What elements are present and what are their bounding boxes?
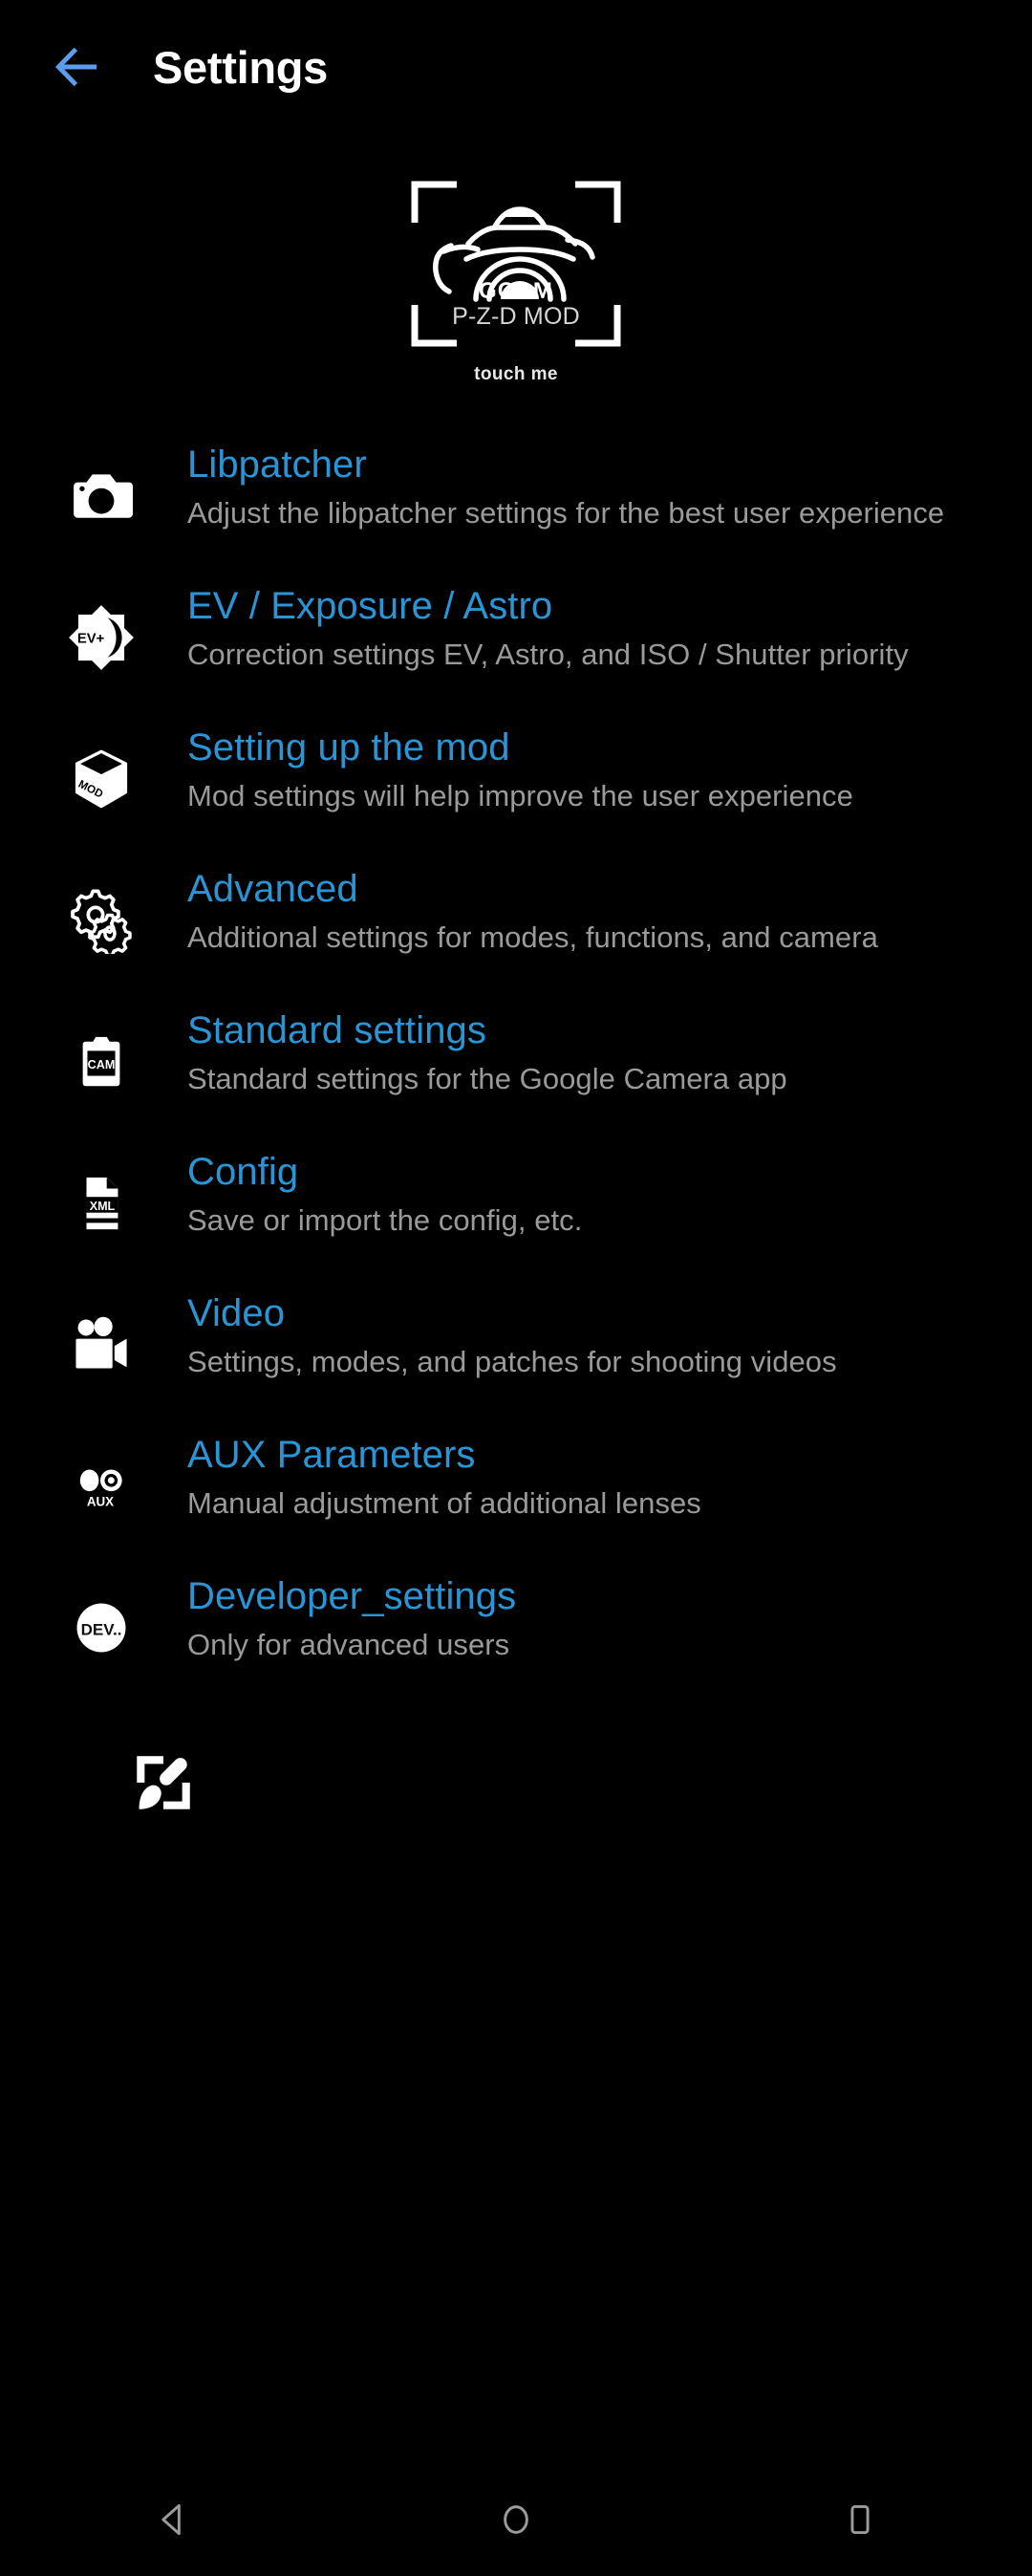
settings-item-title: Video xyxy=(187,1292,286,1334)
nav-home-button[interactable] xyxy=(444,2467,588,2576)
svg-text:CAM: CAM xyxy=(88,1058,116,1072)
logo-caption: touch me xyxy=(474,364,558,384)
settings-list: Libpatcher Adjust the libpatcher setting… xyxy=(0,444,1032,1718)
settings-item-title: AUX Parameters xyxy=(187,1434,476,1476)
settings-item-video[interactable]: Video Settings, modes, and patches for s… xyxy=(0,1292,1032,1435)
settings-item-text: Config Save or import the config, etc. xyxy=(187,1151,994,1240)
theme-brush-button[interactable] xyxy=(119,1741,207,1829)
settings-item-subtitle: Save or import the config, etc. xyxy=(187,1203,583,1238)
cam-card-icon: CAM xyxy=(55,1016,147,1108)
svg-text:AUX: AUX xyxy=(87,1495,114,1509)
svg-text:XML: XML xyxy=(90,1200,116,1213)
arrow-left-icon xyxy=(50,40,103,94)
settings-item-title: EV / Exposure / Astro xyxy=(187,585,553,627)
settings-item-advanced[interactable]: Advanced Additional settings for modes, … xyxy=(0,868,1032,1010)
dev-circle-icon: DEV.. xyxy=(55,1582,147,1674)
settings-item-subtitle: Adjust the libpatcher settings for the b… xyxy=(187,496,945,530)
settings-item-title: Advanced xyxy=(187,868,358,910)
mod-box-icon: MOD xyxy=(55,733,147,825)
settings-item-title: Developer_settings xyxy=(187,1575,517,1617)
nav-recents-square-icon xyxy=(839,2499,881,2545)
gcam-camera-logo: X GCAM P-Z-D MOD xyxy=(407,177,625,351)
settings-item-subtitle: Correction settings EV, Astro, and ISO /… xyxy=(187,638,909,672)
settings-item-text: Standard settings Standard settings for … xyxy=(187,1009,994,1098)
settings-item-subtitle: Additional settings for modes, functions… xyxy=(187,920,878,955)
settings-item-aux-parameters[interactable]: AUX AUX Parameters Manual adjustment of … xyxy=(0,1434,1032,1576)
settings-item-title: Config xyxy=(187,1151,299,1193)
ev-exposure-astro-icon: EV+ xyxy=(55,592,147,683)
settings-item-ev-exposure-astro[interactable]: EV+ EV / Exposure / Astro Correction set… xyxy=(0,585,1032,727)
nav-recents-button[interactable] xyxy=(788,2467,932,2576)
settings-item-subtitle: Settings, modes, and patches for shootin… xyxy=(187,1345,837,1379)
video-camera-icon xyxy=(55,1299,147,1391)
settings-item-title: Standard settings xyxy=(187,1009,487,1051)
settings-item-title: Setting up the mod xyxy=(187,726,510,768)
settings-item-text: AUX Parameters Manual adjustment of addi… xyxy=(187,1434,994,1523)
settings-item-text: Libpatcher Adjust the libpatcher setting… xyxy=(187,444,994,532)
paint-brush-theme-icon xyxy=(128,1747,199,1823)
settings-item-developer-settings[interactable]: DEV.. Developer_settings Only for advanc… xyxy=(0,1575,1032,1718)
photo-camera-icon xyxy=(55,450,147,542)
settings-item-subtitle: Mod settings will help improve the user … xyxy=(187,779,853,813)
settings-item-title: Libpatcher xyxy=(187,444,367,486)
page-title: Settings xyxy=(153,41,329,93)
svg-text:DEV..: DEV.. xyxy=(81,1620,122,1638)
settings-item-subtitle: Manual adjustment of additional lenses xyxy=(187,1486,701,1521)
settings-item-text: Video Settings, modes, and patches for s… xyxy=(187,1292,994,1381)
settings-item-standard-settings[interactable]: CAM Standard settings Standard settings … xyxy=(0,1009,1032,1152)
settings-item-libpatcher[interactable]: Libpatcher Adjust the libpatcher setting… xyxy=(0,444,1032,586)
xml-file-icon: XML xyxy=(55,1158,147,1249)
gcam-logo-button[interactable]: X GCAM P-Z-D MOD touch me xyxy=(0,177,1032,385)
settings-item-config[interactable]: XML Config Save or import the config, et… xyxy=(0,1151,1032,1293)
aux-lenses-icon: AUX xyxy=(55,1440,147,1532)
nav-back-button[interactable] xyxy=(100,2467,244,2576)
settings-item-setting-up-the-mod[interactable]: MOD Setting up the mod Mod settings will… xyxy=(0,726,1032,869)
gears-icon xyxy=(55,875,147,966)
settings-item-text: Setting up the mod Mod settings will hel… xyxy=(187,726,994,815)
android-navigation-bar xyxy=(0,2467,1032,2576)
settings-item-text: EV / Exposure / Astro Correction setting… xyxy=(187,585,994,674)
settings-item-subtitle: Standard settings for the Google Camera … xyxy=(187,1062,787,1096)
nav-back-triangle-icon xyxy=(151,2499,193,2545)
settings-item-subtitle: Only for advanced users xyxy=(187,1628,510,1662)
svg-text:EV+: EV+ xyxy=(77,631,105,646)
nav-home-circle-icon xyxy=(495,2499,537,2545)
back-button[interactable] xyxy=(46,36,107,97)
settings-item-text: Developer_settings Only for advanced use… xyxy=(187,1575,994,1664)
app-bar: Settings xyxy=(0,0,1032,134)
theme-button-container xyxy=(0,1741,1032,1829)
settings-item-text: Advanced Additional settings for modes, … xyxy=(187,868,994,957)
